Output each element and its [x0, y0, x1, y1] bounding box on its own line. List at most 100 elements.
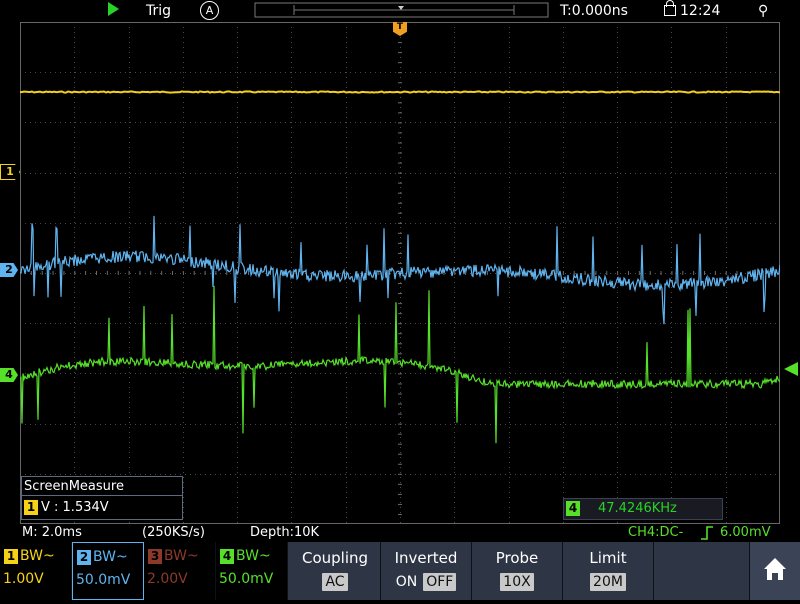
ch3-scale: 2.00V [147, 571, 188, 587]
time-offset-readout: T:0.000ns [560, 3, 628, 19]
freq-channel-badge: 4 [566, 501, 580, 516]
axis-tick [398, 42, 402, 44]
axis-tick [595, 271, 597, 275]
limit-menu-button[interactable]: Limit 20M [563, 542, 654, 600]
axis-tick [398, 232, 402, 234]
inverted-label: Inverted [394, 549, 458, 567]
trigger-source-readout: CH4:DC- [628, 525, 684, 540]
ch1-button[interactable]: 1 BW~ 1.00V [0, 542, 72, 600]
axis-tick [248, 271, 249, 275]
axis-tick [584, 271, 586, 275]
axis-tick [736, 271, 738, 275]
axis-tick [617, 271, 619, 275]
axis-tick [398, 112, 402, 114]
ch3-coupling: BW~ [164, 548, 199, 564]
ch4-offset-marker[interactable]: 4 [0, 368, 18, 382]
axis-tick [682, 271, 684, 275]
ch4-scale: 50.0mV [219, 571, 274, 587]
sample-rate-readout: (250KS/s) [142, 525, 205, 540]
axis-tick [150, 271, 152, 275]
ch2-badge: 2 [77, 549, 91, 565]
probe-menu-button[interactable]: Probe 10X [472, 542, 563, 600]
trigger-status-label: Trig [146, 3, 172, 19]
limit-value: 20M [590, 573, 626, 591]
axis-tick [96, 271, 97, 275]
axis-tick [486, 271, 488, 275]
axis-tick [398, 162, 402, 164]
ch2-scale: 50.0mV [76, 572, 131, 588]
coupling-menu-button[interactable]: Coupling AC [290, 542, 381, 600]
axis-tick [398, 473, 402, 475]
axis-tick [398, 62, 402, 64]
clock-readout: 12:24 [680, 3, 721, 19]
ch1-scale: 1.00V [3, 571, 44, 587]
acquisition-info-line: M: 2.0ms (250KS/s) Depth:10K CH4:DC- 6.0… [0, 524, 800, 542]
ch4-badge: 4 [220, 548, 234, 564]
ch3-button[interactable]: 3 BW~ 2.00V [144, 542, 216, 600]
axis-tick [74, 271, 76, 275]
axis-tick [398, 443, 402, 445]
trigger-level-marker[interactable] [784, 362, 798, 376]
axis-tick [215, 271, 217, 275]
axis-tick [52, 271, 54, 275]
lock-icon [664, 0, 676, 16]
auto-trigger-icon[interactable]: A [200, 1, 219, 20]
axis-tick [398, 453, 402, 455]
screen-measure-panel[interactable]: ScreenMeasure 1V : 1.534V [21, 476, 183, 520]
axis-tick [30, 271, 32, 275]
axis-tick [398, 383, 402, 385]
axis-tick [398, 122, 402, 124]
axis-tick [398, 343, 402, 345]
axis-tick [398, 252, 402, 254]
axis-tick [398, 182, 402, 184]
axis-tick [106, 271, 108, 275]
axis-tick [398, 313, 402, 315]
axis-tick [398, 413, 402, 415]
axis-tick [41, 271, 43, 275]
coupling-label: Coupling [301, 549, 369, 567]
timebase-position-track[interactable] [254, 2, 549, 18]
inverted-menu-button[interactable]: Inverted ON OFF [381, 542, 472, 600]
axis-tick [704, 271, 705, 275]
waveform-display[interactable] [20, 22, 780, 524]
ch4-button[interactable]: 4 BW~ 50.0mV [216, 542, 288, 600]
measure-value: V : 1.534V [41, 500, 109, 515]
axis-tick [693, 271, 695, 275]
axis-tick [398, 373, 402, 375]
axis-tick [454, 271, 456, 275]
axis-tick [398, 303, 402, 305]
axis-tick [182, 271, 184, 275]
axis-tick [398, 283, 402, 285]
softkey-bar: 1 BW~ 1.00V 2 BW~ 50.0mV 3 BW~ 2.00V 4 BW~ 5… [0, 542, 800, 600]
ch4-coupling: BW~ [236, 548, 271, 564]
run-triangle-icon[interactable] [108, 2, 119, 16]
screen-measure-title: ScreenMeasure [22, 477, 182, 496]
frequency-counter: 4 47.4246KHz [563, 498, 723, 520]
ch1-waveform [20, 90, 780, 94]
ch2-offset-marker[interactable]: 2 [0, 263, 18, 277]
inverted-off-option: OFF [423, 573, 457, 591]
ch1-offset-marker[interactable]: 1 [0, 164, 20, 180]
axis-tick [398, 513, 402, 515]
axis-tick [398, 333, 402, 335]
timebase-readout: M: 2.0ms [22, 525, 82, 540]
axis-tick [606, 271, 608, 275]
ch1-coupling: BW~ [20, 548, 55, 564]
measure-row: 1V : 1.534V [24, 499, 109, 516]
axis-tick [398, 433, 402, 435]
axis-tick [398, 393, 402, 395]
axis-tick [398, 463, 402, 465]
home-button[interactable] [750, 542, 800, 600]
empty-menu-slot [654, 542, 750, 600]
axis-tick [398, 102, 402, 104]
axis-tick [714, 271, 716, 275]
axis-tick [172, 271, 173, 275]
measure-channel-badge: 1 [24, 500, 38, 515]
axis-tick [398, 222, 402, 224]
axis-tick [63, 271, 65, 275]
probe-label: Probe [495, 549, 539, 567]
axis-tick [398, 82, 402, 84]
frequency-value: 47.4246KHz [598, 501, 677, 516]
axis-tick [398, 72, 402, 74]
ch2-button[interactable]: 2 BW~ 50.0mV [72, 542, 144, 600]
